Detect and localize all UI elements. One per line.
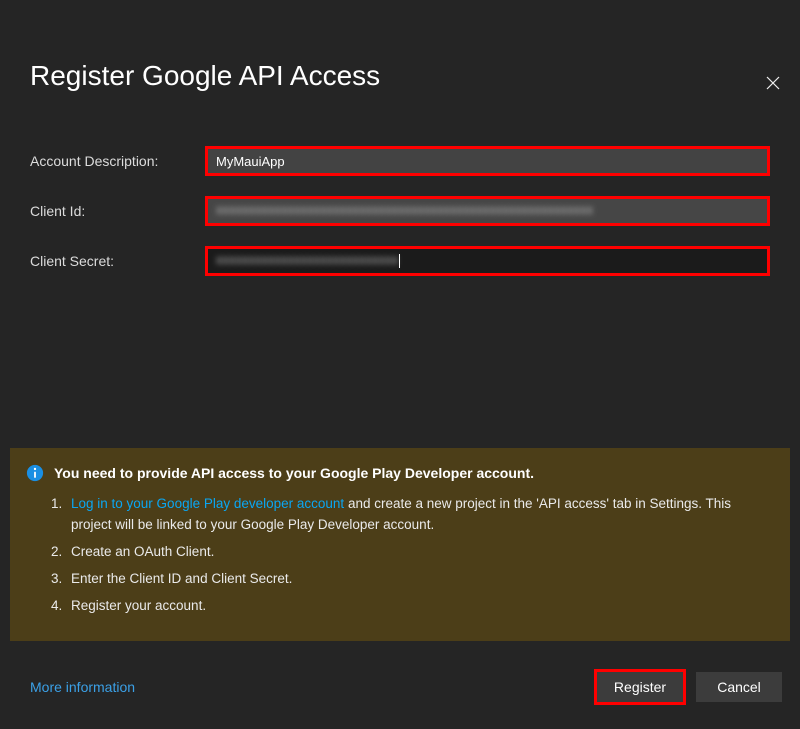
more-information-link[interactable]: More information bbox=[30, 679, 135, 695]
client-id-label: Client Id: bbox=[30, 203, 205, 219]
info-icon bbox=[26, 464, 44, 482]
account-description-input-wrap bbox=[205, 146, 770, 176]
text-cursor bbox=[399, 254, 400, 268]
footer: More information Register Cancel bbox=[0, 669, 800, 705]
client-id-input-wrap: xxxxxxxxxxxxxxxxxxxxxxxxxxxxxxxxxxxxxxxx… bbox=[205, 196, 770, 226]
info-step-2: Create an OAuth Client. bbox=[66, 542, 774, 563]
register-button-highlight: Register bbox=[594, 669, 686, 705]
cancel-button[interactable]: Cancel bbox=[696, 672, 782, 702]
info-step-4: Register your account. bbox=[66, 596, 774, 617]
account-description-label: Account Description: bbox=[30, 153, 205, 169]
info-panel: You need to provide API access to your G… bbox=[10, 448, 790, 641]
page-title: Register Google API Access bbox=[30, 60, 800, 92]
account-description-input[interactable] bbox=[208, 149, 767, 173]
client-secret-input[interactable]: xxxxxxxxxxxxxxxxxxxxxxxxxxxx bbox=[208, 249, 767, 273]
login-google-play-link[interactable]: Log in to your Google Play developer acc… bbox=[71, 496, 344, 511]
register-button[interactable]: Register bbox=[597, 672, 683, 702]
client-secret-input-wrap: xxxxxxxxxxxxxxxxxxxxxxxxxxxx bbox=[205, 246, 770, 276]
info-title: You need to provide API access to your G… bbox=[54, 465, 534, 481]
info-step-1: Log in to your Google Play developer acc… bbox=[66, 494, 774, 536]
info-step-3: Enter the Client ID and Client Secret. bbox=[66, 569, 774, 590]
close-icon[interactable] bbox=[764, 74, 782, 92]
form-area: Account Description: Client Id: xxxxxxxx… bbox=[30, 146, 770, 276]
info-steps-list: Log in to your Google Play developer acc… bbox=[66, 494, 774, 617]
client-id-input[interactable]: xxxxxxxxxxxxxxxxxxxxxxxxxxxxxxxxxxxxxxxx… bbox=[208, 199, 767, 223]
client-secret-label: Client Secret: bbox=[30, 253, 205, 269]
